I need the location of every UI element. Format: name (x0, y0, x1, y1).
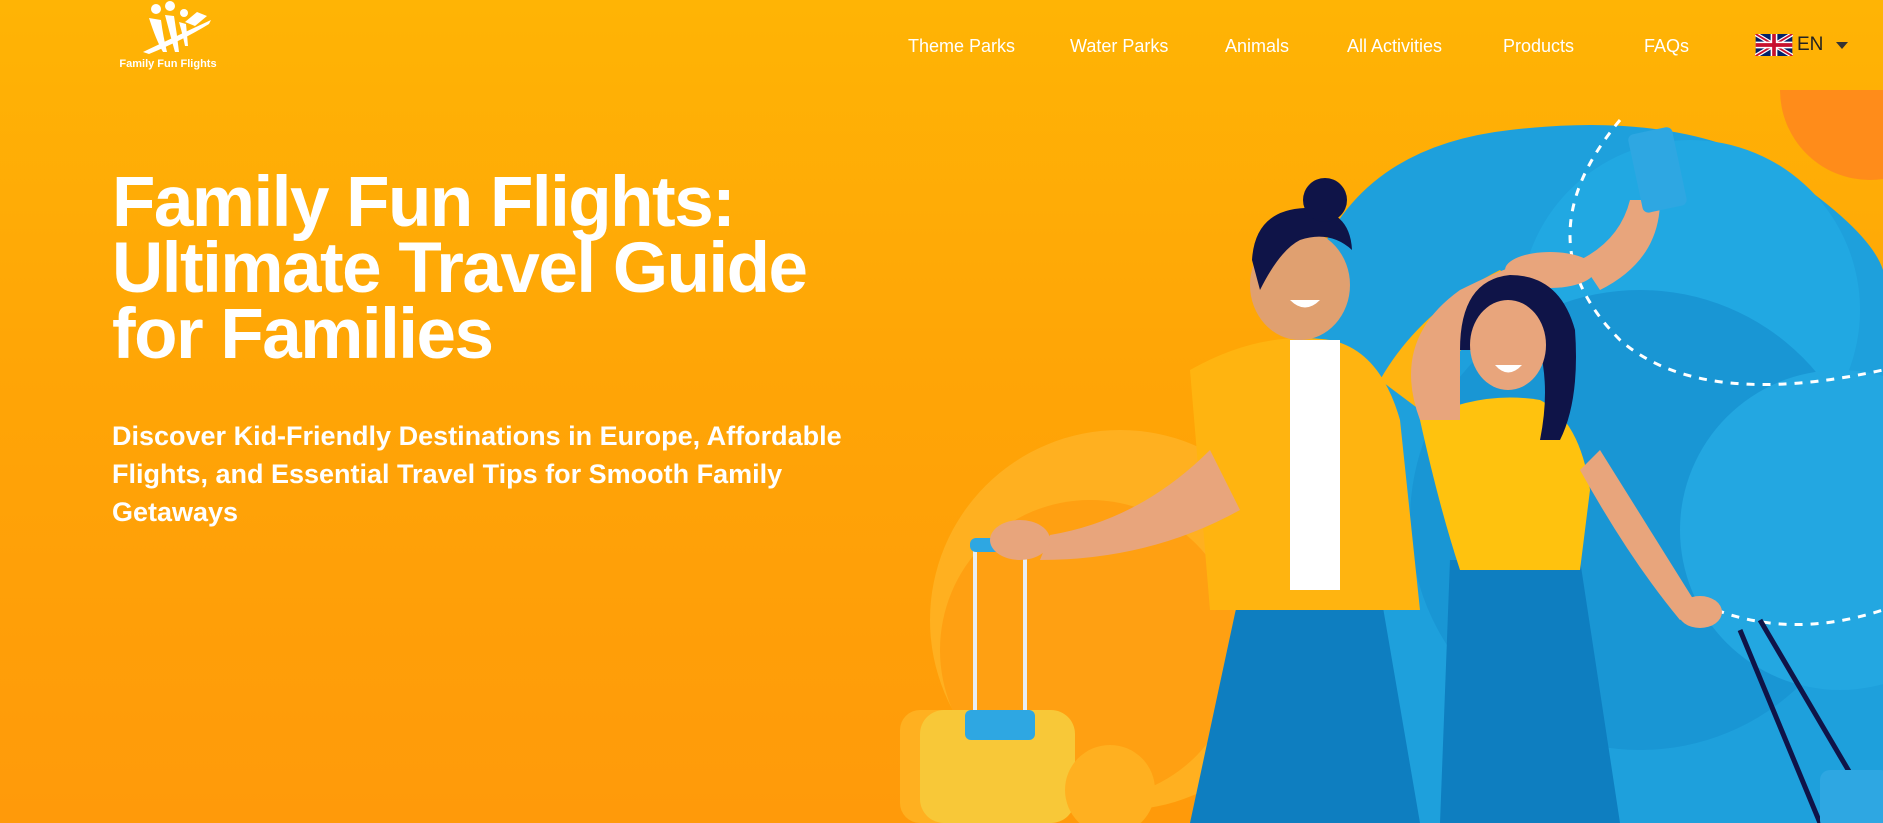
travel-family-illustration (900, 90, 1883, 823)
uk-flag-icon (1755, 34, 1793, 56)
chevron-down-icon (1836, 41, 1849, 49)
site-header: Family Fun Flights Theme Parks Water Par… (0, 0, 1883, 95)
nav-item-faqs[interactable]: FAQs (1644, 34, 1689, 58)
hero-title: Family Fun Flights: Ultimate Travel Guid… (112, 163, 808, 374)
logo-text: Family Fun Flights (119, 58, 217, 70)
language-selector[interactable]: EN (1755, 32, 1849, 58)
nav-item-products[interactable]: Products (1503, 34, 1574, 58)
logo-family-plane-icon (143, 1, 211, 54)
hero-subtitle: Discover Kid-Friendly Destinations in Eu… (112, 421, 842, 527)
nav-item-animals[interactable]: Animals (1225, 34, 1289, 58)
language-code: EN (1797, 34, 1824, 55)
site-logo[interactable]: Family Fun Flights (112, 0, 224, 80)
nav-item-theme-parks[interactable]: Theme Parks (908, 34, 1015, 58)
nav-item-all-activities[interactable]: All Activities (1347, 34, 1442, 58)
nav-item-water-parks[interactable]: Water Parks (1070, 34, 1168, 58)
